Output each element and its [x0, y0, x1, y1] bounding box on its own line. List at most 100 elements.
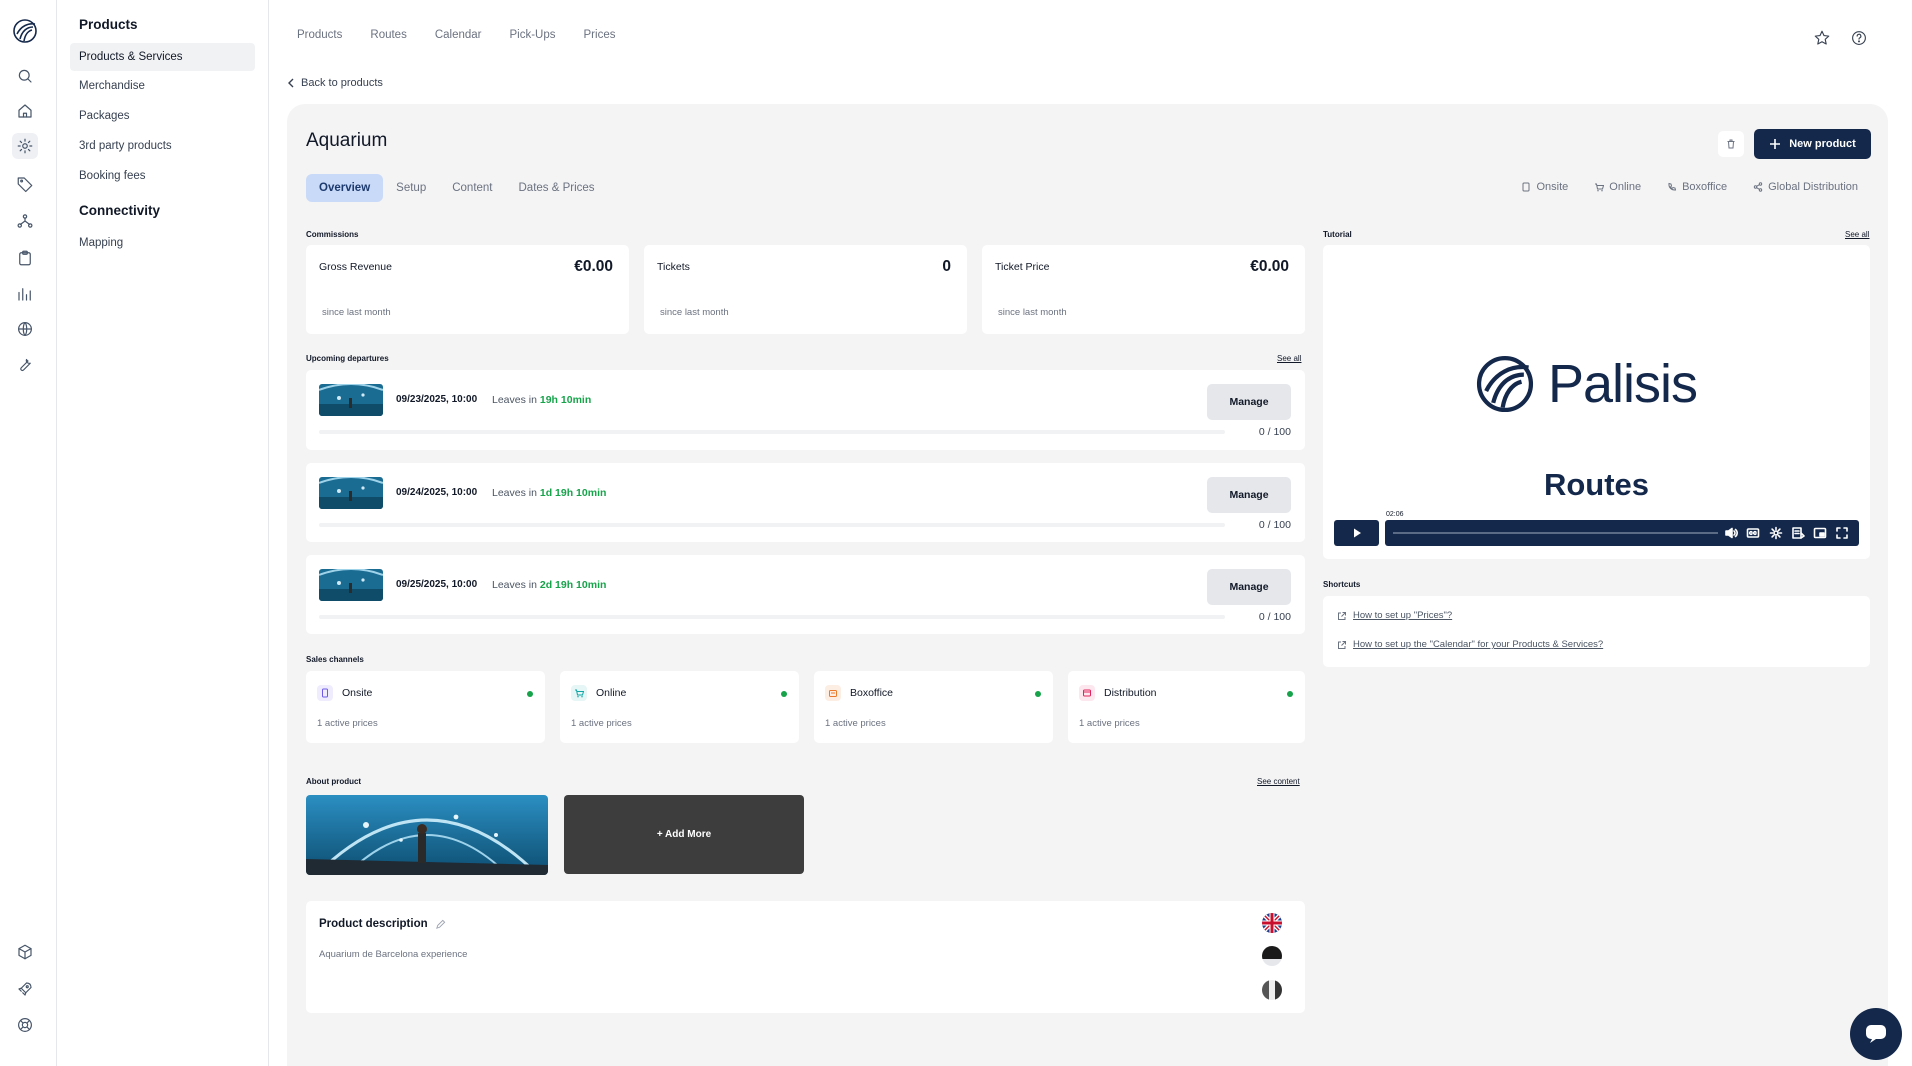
departures-see-all-link[interactable]: See all	[1277, 354, 1301, 363]
sales-channels-label: Sales channels	[306, 655, 364, 664]
settings-gear-icon[interactable]	[1769, 526, 1783, 540]
globe-icon[interactable]	[12, 316, 38, 342]
channel-global-distribution-link[interactable]: Global Distribution	[1753, 181, 1858, 193]
sidebar-item-3rd-party-products[interactable]: 3rd party products	[70, 132, 255, 160]
channel-boxoffice-label: Boxoffice	[1682, 181, 1728, 193]
bar-chart-icon[interactable]	[12, 281, 38, 307]
help-lifebuoy-icon[interactable]	[12, 1012, 38, 1038]
departure-leaves: Leaves in 1d 19h 10min	[492, 487, 606, 499]
channel-boxoffice-link[interactable]: Boxoffice	[1667, 181, 1727, 193]
de-flag-icon[interactable]	[1262, 946, 1282, 966]
channel-onsite-label: Onsite	[1536, 181, 1569, 193]
see-content-link[interactable]: See content	[1257, 777, 1300, 786]
sales-channel-card-distribution[interactable]: Distribution 1 active prices	[1068, 671, 1305, 743]
settings-gear-icon[interactable]	[12, 133, 38, 159]
tab-overview[interactable]: Overview	[306, 174, 384, 202]
sales-channel-card-online[interactable]: Online 1 active prices	[560, 671, 799, 743]
manage-button[interactable]: Manage	[1207, 384, 1291, 420]
network-icon[interactable]	[12, 208, 38, 234]
palisis-logo-icon[interactable]	[11, 17, 39, 45]
kpi-value: €0.00	[1250, 258, 1289, 275]
sidebar-item-merchandise[interactable]: Merchandise	[70, 72, 255, 100]
manage-button[interactable]: Manage	[1207, 569, 1291, 605]
sidebar-item-booking-fees[interactable]: Booking fees	[70, 162, 255, 190]
fr-flag-icon[interactable]	[1262, 980, 1282, 1000]
product-description-card: Product description Aquarium de Barcelon…	[306, 901, 1305, 1013]
cube-icon[interactable]	[12, 939, 38, 965]
channel-filter-bar: Onsite Online Boxoffice Global Distribut…	[1521, 181, 1858, 193]
video-controls	[1334, 520, 1859, 546]
sales-channel-card-boxoffice[interactable]: Boxoffice 1 active prices	[814, 671, 1053, 743]
capacity-progress-bar	[319, 430, 1225, 434]
video-seek-bar[interactable]	[1393, 532, 1718, 534]
tutorial-see-all-link[interactable]: See all	[1845, 230, 1869, 239]
kpi-card-ticket-price: Ticket Price €0.00 since last month	[982, 245, 1305, 334]
home-icon[interactable]	[12, 98, 38, 124]
sales-channel-active-prices: 1 active prices	[825, 718, 886, 729]
topnav-calendar[interactable]: Calendar	[435, 29, 482, 41]
star-icon[interactable]	[1813, 29, 1833, 49]
topnav-products[interactable]: Products	[297, 29, 342, 41]
tab-setup[interactable]: Setup	[383, 174, 439, 202]
chapters-icon[interactable]	[1791, 526, 1805, 540]
tag-icon[interactable]	[12, 171, 38, 197]
picture-in-picture-icon[interactable]	[1813, 526, 1827, 540]
pencil-icon[interactable]	[435, 919, 446, 930]
product-photo[interactable]	[306, 795, 548, 875]
sales-channel-active-prices: 1 active prices	[571, 718, 632, 729]
channel-global-distribution-label: Global Distribution	[1768, 181, 1858, 193]
volume-icon[interactable]	[1724, 526, 1738, 540]
sales-channel-card-onsite[interactable]: Onsite 1 active prices	[306, 671, 545, 743]
sales-channel-name: Distribution	[1104, 687, 1157, 699]
help-icon[interactable]	[1850, 29, 1870, 49]
secondary-sidebar: Products Products & Services Merchandise…	[57, 0, 269, 1066]
clipboard-icon[interactable]	[12, 245, 38, 271]
shortcut-link-calendar[interactable]: How to set up the "Calendar" for your Pr…	[1337, 639, 1603, 650]
sales-channel-active-prices: 1 active prices	[317, 718, 378, 729]
play-button[interactable]	[1334, 520, 1379, 546]
share-icon	[1753, 182, 1763, 192]
channel-online-label: Online	[1609, 181, 1642, 193]
search-icon[interactable]	[12, 63, 38, 89]
rocket-icon[interactable]	[12, 976, 38, 1002]
capacity-count: 0 / 100	[1258, 611, 1291, 623]
external-link-icon	[1338, 611, 1346, 620]
capacity-progress-bar	[319, 615, 1225, 619]
chat-bubble-icon	[1866, 1025, 1886, 1043]
topnav-prices[interactable]: Prices	[584, 29, 616, 41]
fullscreen-icon[interactable]	[1835, 526, 1849, 540]
sidebar-item-products-services[interactable]: Products & Services	[70, 43, 255, 71]
departure-date: 09/23/2025, 10:00	[396, 394, 478, 405]
kpi-card-tickets: Tickets 0 since last month	[644, 245, 967, 334]
video-time: 02:06	[1386, 511, 1404, 518]
captions-icon[interactable]	[1746, 526, 1760, 540]
departure-leaves: Leaves in 19h 10min	[492, 394, 591, 406]
topnav-routes[interactable]: Routes	[370, 29, 406, 41]
add-more-button[interactable]: + Add More	[564, 795, 804, 874]
page-title: Aquarium	[306, 130, 388, 151]
capacity-progress-bar	[319, 523, 1225, 527]
new-product-button[interactable]: New product	[1754, 129, 1871, 159]
tab-dates-prices[interactable]: Dates & Prices	[506, 174, 608, 202]
status-dot	[527, 691, 533, 697]
tab-content[interactable]: Content	[439, 174, 505, 202]
tutorial-video[interactable]: Palisis Routes 02:06	[1323, 245, 1870, 559]
uk-flag-icon[interactable]	[1262, 913, 1282, 933]
channel-onsite-link[interactable]: Onsite	[1521, 181, 1568, 193]
commissions-label: Commissions	[306, 230, 359, 239]
chat-support-button[interactable]	[1850, 1008, 1902, 1060]
channel-online-link[interactable]: Online	[1594, 181, 1641, 193]
manage-button[interactable]: Manage	[1207, 477, 1291, 513]
product-description-heading: Product description	[319, 918, 446, 930]
shortcut-link-prices[interactable]: How to set up "Prices"?	[1337, 610, 1452, 621]
topnav-pick-ups[interactable]: Pick-Ups	[510, 29, 556, 41]
external-link-icon	[1338, 640, 1346, 649]
product-tabs: Overview Setup Content Dates & Prices	[306, 174, 608, 202]
video-title: Routes	[1543, 467, 1650, 502]
sidebar-item-packages[interactable]: Packages	[70, 102, 255, 130]
back-to-products-link[interactable]: Back to products	[287, 77, 383, 89]
shortcuts-card: How to set up "Prices"? How to set up th…	[1323, 596, 1870, 667]
wrench-icon[interactable]	[12, 351, 38, 377]
sidebar-item-mapping[interactable]: Mapping	[70, 229, 255, 257]
delete-button[interactable]	[1718, 131, 1744, 157]
